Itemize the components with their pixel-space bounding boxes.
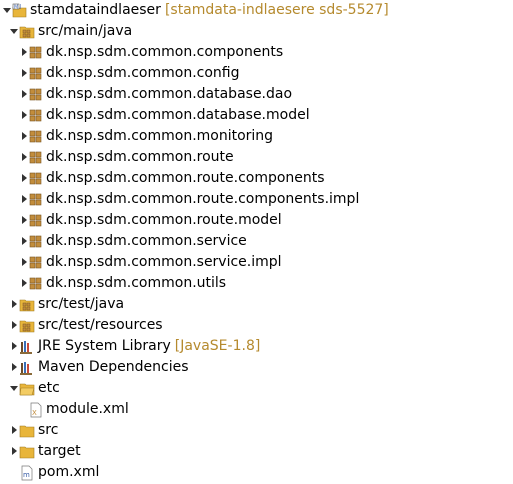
folder-icon <box>19 425 35 438</box>
package-icon <box>29 88 42 101</box>
chevron-right-icon[interactable] <box>9 362 19 372</box>
tree-item-package[interactable]: dk.nsp.sdm.common.route.model <box>0 210 513 231</box>
svg-text:J: J <box>19 4 21 10</box>
tree-item-src[interactable]: src <box>0 420 513 441</box>
tree-item-label: dk.nsp.sdm.common.monitoring <box>46 128 274 144</box>
chevron-right-icon[interactable] <box>9 320 19 330</box>
tree-item-package[interactable]: dk.nsp.sdm.common.database.dao <box>0 84 513 105</box>
tree-item-package[interactable]: dk.nsp.sdm.common.config <box>0 63 513 84</box>
tree-item-label: src/test/java <box>38 296 125 312</box>
tree-item-package[interactable]: dk.nsp.sdm.common.components <box>0 42 513 63</box>
source-folder-icon <box>19 26 35 39</box>
tree-item-label: pom.xml <box>38 464 100 480</box>
tree-item-maven-dependencies[interactable]: Maven Dependencies <box>0 357 513 378</box>
package-icon <box>29 256 42 269</box>
package-icon <box>29 235 42 248</box>
tree-item-pom-xml[interactable]: m pom.xml <box>0 462 513 483</box>
tree-item-label: src <box>38 422 59 438</box>
tree-item-label: dk.nsp.sdm.common.config <box>46 65 240 81</box>
package-icon <box>29 130 42 143</box>
tree-item-package[interactable]: dk.nsp.sdm.common.service <box>0 231 513 252</box>
library-icon <box>20 341 32 354</box>
tree-item-label: target <box>38 443 81 459</box>
project-decoration: [stamdata-indlaesere sds-5527] <box>164 2 389 18</box>
folder-open-icon <box>19 383 35 396</box>
tree-item-label: dk.nsp.sdm.common.route.components.impl <box>46 191 360 207</box>
svg-text:m: m <box>23 471 30 479</box>
tree-item-package[interactable]: dk.nsp.sdm.common.route.components <box>0 168 513 189</box>
tree-item-label: etc <box>38 380 60 396</box>
tree-item-target[interactable]: target <box>0 441 513 462</box>
package-icon <box>29 214 42 227</box>
tree-item-label: dk.nsp.sdm.common.database.dao <box>46 86 293 102</box>
tree-item-label: src/test/resources <box>38 317 163 333</box>
tree-item-src-main-java[interactable]: src/main/java <box>0 21 513 42</box>
tree-item-src-test-java[interactable]: src/test/java <box>0 294 513 315</box>
tree-item-label: src/main/java <box>38 23 133 39</box>
maven-pom-icon: m <box>21 465 33 481</box>
package-icon <box>29 67 42 80</box>
tree-item-label: module.xml <box>46 401 129 417</box>
chevron-right-icon[interactable] <box>9 425 19 435</box>
tree-item-label: dk.nsp.sdm.common.service.impl <box>46 254 282 270</box>
package-icon <box>29 151 42 164</box>
source-folder-icon <box>19 299 35 312</box>
library-icon <box>20 362 32 375</box>
tree-item-label: dk.nsp.sdm.common.route.model <box>46 212 282 228</box>
tree-item-jre-library[interactable]: JRE System Library [JavaSE-1.8] <box>0 336 513 357</box>
tree-item-package[interactable]: dk.nsp.sdm.common.monitoring <box>0 126 513 147</box>
chevron-right-icon[interactable] <box>9 446 19 456</box>
package-icon <box>29 172 42 185</box>
tree-item-package[interactable]: dk.nsp.sdm.common.route <box>0 147 513 168</box>
tree-item-label: dk.nsp.sdm.common.database.model <box>46 107 310 123</box>
chevron-right-icon[interactable] <box>9 299 19 309</box>
folder-icon <box>19 446 35 459</box>
svg-text:X: X <box>32 409 37 417</box>
tree-item-project[interactable]: M J stamdataindlaeser [stamdata-indlaeser… <box>0 0 513 21</box>
tree-item-label: dk.nsp.sdm.common.service <box>46 233 247 249</box>
project-name: stamdataindlaeser <box>30 2 161 18</box>
source-folder-icon <box>19 320 35 333</box>
tree-item-package[interactable]: dk.nsp.sdm.common.service.impl <box>0 252 513 273</box>
package-icon <box>29 193 42 206</box>
tree-item-package[interactable]: dk.nsp.sdm.common.utils <box>0 273 513 294</box>
tree-item-label: dk.nsp.sdm.common.route.components <box>46 170 325 186</box>
package-icon <box>29 109 42 122</box>
package-icon <box>29 277 42 290</box>
tree-item-label: dk.nsp.sdm.common.utils <box>46 275 227 291</box>
tree-item-label: dk.nsp.sdm.common.components <box>46 44 284 60</box>
jre-library-decoration: [JavaSE-1.8] <box>174 338 261 354</box>
tree-item-label: dk.nsp.sdm.common.route <box>46 149 234 165</box>
tree-item-package[interactable]: dk.nsp.sdm.common.database.model <box>0 105 513 126</box>
xml-file-icon: X <box>30 402 42 418</box>
tree-item-module-xml[interactable]: X module.xml <box>0 399 513 420</box>
tree-item-etc[interactable]: etc <box>0 378 513 399</box>
chevron-right-icon[interactable] <box>9 341 19 351</box>
maven-project-icon: M J <box>12 3 27 18</box>
tree-item-package[interactable]: dk.nsp.sdm.common.route.components.impl <box>0 189 513 210</box>
chevron-down-icon[interactable] <box>2 5 12 15</box>
chevron-down-icon[interactable] <box>9 383 19 393</box>
chevron-down-icon[interactable] <box>9 26 19 36</box>
tree-item-label: Maven Dependencies <box>38 359 189 375</box>
tree-item-label: JRE System Library <box>38 338 171 354</box>
svg-text:M: M <box>14 5 18 11</box>
tree-item-src-test-resources[interactable]: src/test/resources <box>0 315 513 336</box>
package-icon <box>29 46 42 59</box>
